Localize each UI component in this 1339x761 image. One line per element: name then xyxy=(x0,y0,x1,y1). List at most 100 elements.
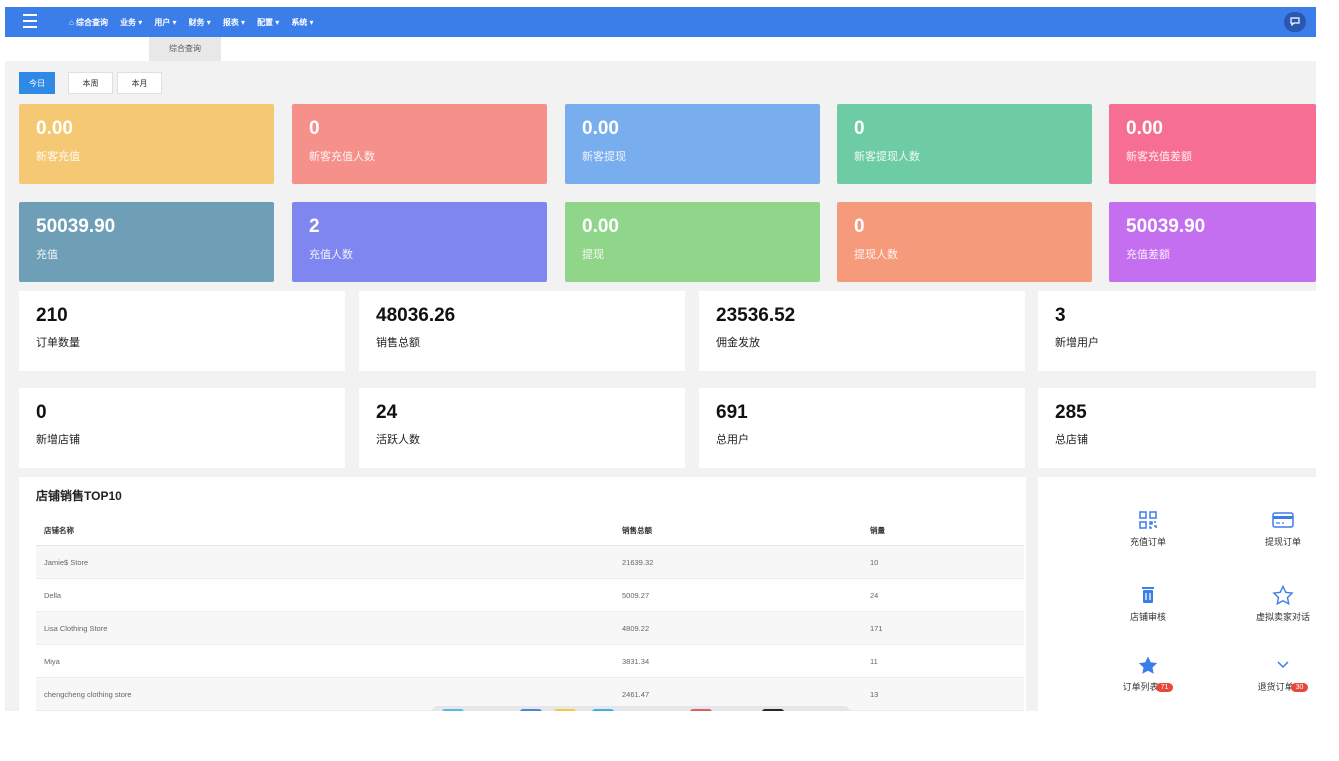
stat-label: 新客充值 xyxy=(36,151,80,163)
stat-label: 充值人数 xyxy=(309,249,353,261)
stat-order-count: 210 订单数量 xyxy=(19,291,345,371)
dock-app-icon[interactable] xyxy=(442,709,464,711)
stat-value: 3 xyxy=(1055,305,1066,326)
dock-app-icon[interactable] xyxy=(520,709,542,711)
stat-value: 23536.52 xyxy=(716,305,796,326)
stat-new-withdraw: 0.00 新客提现 xyxy=(565,104,820,184)
nav-business[interactable]: 业务 ▾ xyxy=(120,17,142,28)
stat-value: 2 xyxy=(309,216,320,237)
stat-label: 新客充值差额 xyxy=(1126,151,1192,163)
nav-users[interactable]: 用户 ▾ xyxy=(154,17,176,28)
stat-commission: 23536.52 佣金发放 xyxy=(699,291,1025,371)
quick-order-list[interactable]: 订单列表 71 xyxy=(1108,655,1188,693)
cell-sales-total: 4809.22 xyxy=(614,611,862,645)
cell-store-name: Jamie$ Store xyxy=(36,545,614,579)
tab-overview[interactable]: 综合查询 xyxy=(149,37,221,61)
quick-store-review[interactable]: 店铺审核 xyxy=(1108,585,1188,623)
qrcode-icon xyxy=(1139,511,1157,529)
dock-app-icon[interactable] xyxy=(554,709,576,711)
quick-recharge-orders[interactable]: 充值订单 xyxy=(1108,510,1188,548)
star-filled-icon xyxy=(1138,656,1158,674)
quick-virtual-seller-chat[interactable]: 虚拟卖家对话 xyxy=(1243,585,1316,623)
os-dock xyxy=(432,706,850,711)
stat-label: 充值差额 xyxy=(1126,249,1170,261)
stat-new-withdraw-users: 0 新客提现人数 xyxy=(837,104,1092,184)
stat-total-stores: 285 总店铺 xyxy=(1038,388,1316,468)
quick-links-panel: 充值订单 提现订单 店铺审核 虚拟卖家对话 订单列表 71 退货订单 30 xyxy=(1038,477,1316,711)
quick-label: 订单列表 xyxy=(1122,682,1159,692)
main-nav: ⌂ 综合查询 业务 ▾ 用户 ▾ 财务 ▾ 报表 ▾ 配置 ▾ 系统 ▾ xyxy=(69,7,314,37)
table-row[interactable]: Jamie$ Store 21639.32 10 xyxy=(36,545,1024,579)
star-outline-icon xyxy=(1272,585,1294,605)
quick-label: 虚拟卖家对话 xyxy=(1255,612,1310,622)
quick-label: 提现订单 xyxy=(1264,537,1301,547)
cell-sales-count: 11 xyxy=(862,644,1024,678)
dock-app-icon[interactable] xyxy=(690,709,712,711)
quick-return-orders[interactable]: 退货订单 30 xyxy=(1243,655,1316,693)
stat-label: 新客提现人数 xyxy=(854,151,920,163)
credit-card-icon xyxy=(1272,512,1294,528)
stat-value: 0 xyxy=(36,402,47,423)
stat-value: 24 xyxy=(376,402,398,423)
quick-label-wrap: 订单列表 71 xyxy=(1108,680,1188,693)
stat-new-recharge-users: 0 新客充值人数 xyxy=(292,104,547,184)
stat-label: 佣金发放 xyxy=(716,337,760,349)
cell-store-name: Miya xyxy=(36,644,614,678)
nav-overview[interactable]: ⌂ 综合查询 xyxy=(69,17,108,28)
stat-value: 0.00 xyxy=(582,118,619,139)
quick-label: 店铺审核 xyxy=(1129,612,1166,622)
stat-label: 新客充值人数 xyxy=(309,151,375,163)
stat-value: 48036.26 xyxy=(376,305,456,326)
stat-label: 销售总额 xyxy=(376,337,420,349)
cell-sales-total: 3831.34 xyxy=(614,644,862,678)
panel-title: 店铺销售TOP10 xyxy=(36,489,122,503)
col-store-name: 店铺名称 xyxy=(36,515,614,546)
return-count-badge: 30 xyxy=(1290,683,1309,693)
chevron-down-icon xyxy=(1277,661,1289,669)
stat-active-users: 24 活跃人数 xyxy=(359,388,685,468)
stat-total-users: 691 总用户 xyxy=(699,388,1025,468)
period-today-button[interactable]: 今日 xyxy=(19,72,55,94)
top-stores-panel: 店铺销售TOP10 店铺名称 销售总额 销量 Jamie$ Store 2163… xyxy=(19,477,1026,711)
quick-withdraw-orders[interactable]: 提现订单 xyxy=(1243,510,1316,548)
stat-new-stores: 0 新增店铺 xyxy=(19,388,345,468)
dock-app-icon[interactable] xyxy=(592,709,614,711)
stat-label: 提现人数 xyxy=(854,249,898,261)
stat-value: 0 xyxy=(854,216,865,237)
stat-value: 0.00 xyxy=(582,216,619,237)
cell-store-name: Della xyxy=(36,578,614,612)
stat-label: 订单数量 xyxy=(36,337,80,349)
dock-app-icon[interactable] xyxy=(762,709,784,711)
cell-store-name: Lisa Clothing Store xyxy=(36,611,614,645)
table-row[interactable]: Miya 3831.34 11 xyxy=(36,644,1024,678)
stat-label: 新增用户 xyxy=(1055,337,1099,349)
stat-new-users: 3 新增用户 xyxy=(1038,291,1316,371)
top-navbar: ⌂ 综合查询 业务 ▾ 用户 ▾ 财务 ▾ 报表 ▾ 配置 ▾ 系统 ▾ xyxy=(5,7,1316,37)
stat-recharge: 50039.90 充值 xyxy=(19,202,274,282)
nav-system[interactable]: 系统 ▾ xyxy=(291,17,313,28)
stat-value: 0.00 xyxy=(36,118,73,139)
quick-label: 退货订单 xyxy=(1257,682,1294,692)
nav-config[interactable]: 配置 ▾ xyxy=(257,17,279,28)
stat-recharge-users: 2 充值人数 xyxy=(292,202,547,282)
stat-value: 691 xyxy=(716,402,748,423)
stat-label: 总店铺 xyxy=(1055,434,1088,446)
stat-label: 新客提现 xyxy=(582,151,626,163)
stat-withdraw: 0.00 提现 xyxy=(565,202,820,282)
period-month-button[interactable]: 本月 xyxy=(117,72,162,94)
stat-label: 活跃人数 xyxy=(376,434,420,446)
period-week-button[interactable]: 本周 xyxy=(68,72,113,94)
quick-label-wrap: 退货订单 30 xyxy=(1243,680,1316,693)
table-row[interactable]: Lisa Clothing Store 4809.22 171 xyxy=(36,611,1024,645)
stat-new-recharge: 0.00 新客充值 xyxy=(19,104,274,184)
cell-sales-total: 21639.32 xyxy=(614,545,862,579)
nav-finance[interactable]: 财务 ▾ xyxy=(189,17,211,28)
stat-value: 0 xyxy=(854,118,865,139)
stat-withdraw-users: 0 提现人数 xyxy=(837,202,1092,282)
chat-icon[interactable] xyxy=(1284,12,1306,32)
menu-toggle-icon[interactable] xyxy=(23,14,37,28)
stat-sales-total: 48036.26 销售总额 xyxy=(359,291,685,371)
nav-reports[interactable]: 报表 ▾ xyxy=(223,17,245,28)
stat-value: 0.00 xyxy=(1126,118,1163,139)
table-row[interactable]: Della 5009.27 24 xyxy=(36,578,1024,612)
